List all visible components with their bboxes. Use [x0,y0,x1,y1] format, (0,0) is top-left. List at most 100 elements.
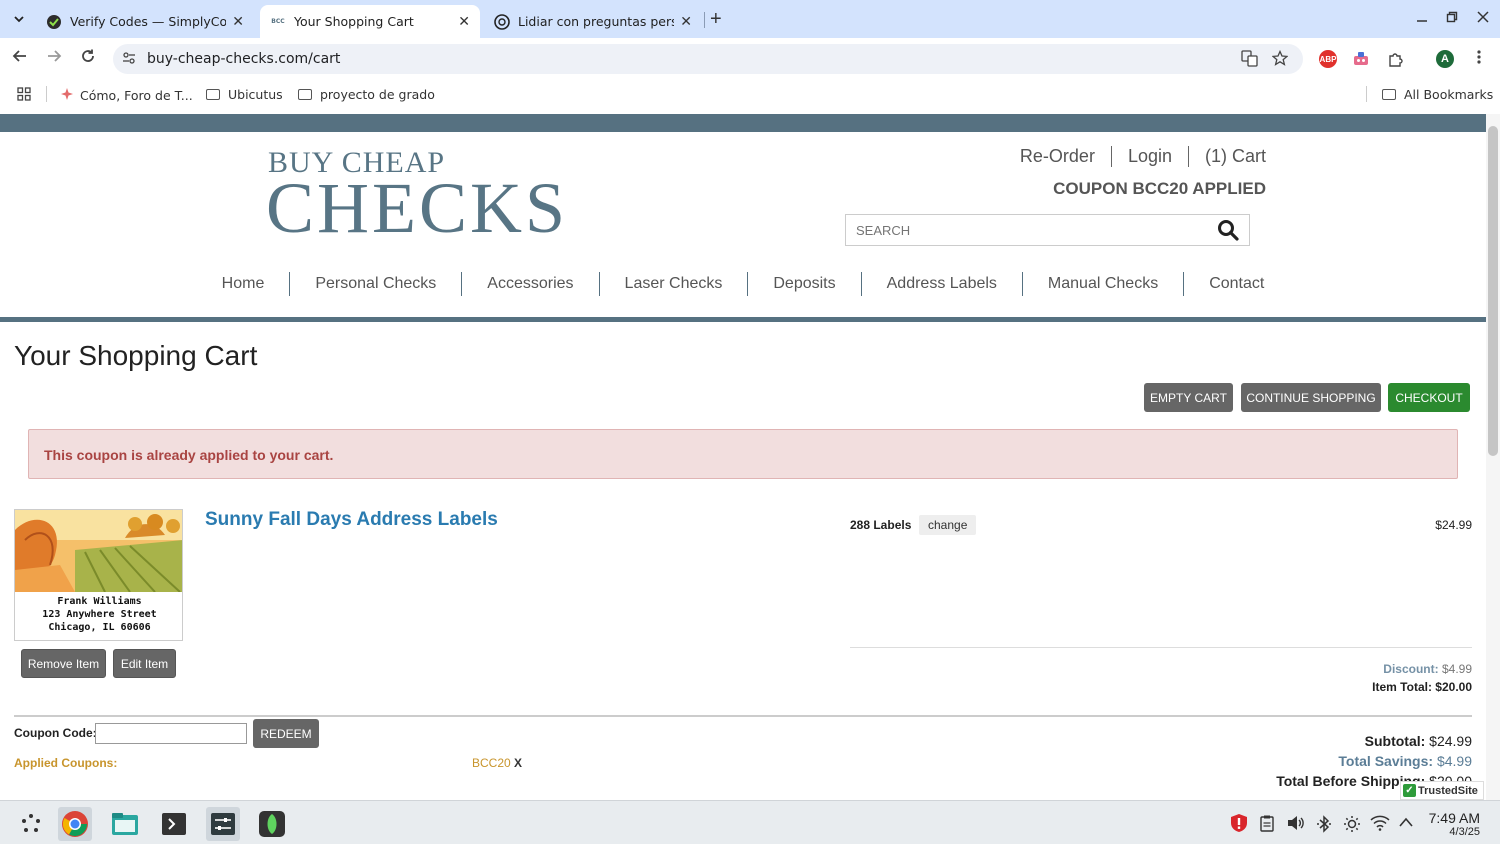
nav-address-labels[interactable]: Address Labels [860,272,1022,296]
bookmark-label: Cómo, Foro de T... [80,88,193,103]
item-quantity: 288 Labels [850,518,912,532]
minimize-icon[interactable] [1416,10,1428,26]
search-icon[interactable] [1217,219,1239,246]
chatgpt-icon [494,13,510,30]
tab-verify-codes[interactable]: Verify Codes — SimplyCodes ✕ [36,5,254,38]
tab-close-icon[interactable]: ✕ [232,14,244,30]
nav-contact[interactable]: Contact [1183,272,1289,296]
all-bookmarks[interactable]: All Bookmarks [1382,87,1493,102]
applied-coupons-label: Applied Coupons: [14,756,118,770]
tab-search-chevron-icon[interactable] [8,8,30,30]
close-window-icon[interactable] [1477,10,1489,26]
redeem-button[interactable]: REDEEM [253,719,319,748]
clipboard-icon[interactable] [1260,815,1274,836]
new-tab-icon[interactable]: + [710,9,722,29]
browser-toolbar: buy-cheap-checks.com/cart ABP A [0,38,1500,80]
url-text[interactable]: buy-cheap-checks.com/cart [147,51,340,67]
bookmark-label: Ubicutus [228,87,283,102]
coupon-alert: This coupon is already applied to your c… [28,429,1458,479]
main-nav: Home Personal Checks Accessories Laser C… [0,272,1486,296]
folder-icon [206,89,220,100]
page-scrollbar-thumb[interactable] [1488,126,1498,456]
tab-separator [704,12,705,28]
continue-shopping-button[interactable]: CONTINUE SHOPPING [1241,383,1381,412]
system-clock[interactable]: 7:49 AM 4/3/25 [1429,810,1480,839]
site-logo[interactable]: BUY CHEAP CHECKS [266,148,569,248]
cart-divider [14,715,1472,717]
simplycodes-icon [46,14,62,30]
empty-cart-button[interactable]: EMPTY CART [1144,383,1233,412]
remove-coupon-icon[interactable]: X [514,756,522,770]
page-viewport: BUY CHEAP CHECKS Re-Order Login (1) Cart… [0,114,1486,800]
subtotal: Subtotal: $24.99 [1364,733,1472,749]
nav-personal-checks[interactable]: Personal Checks [289,272,461,296]
wifi-icon[interactable] [1370,815,1390,835]
back-arrow-icon[interactable] [12,48,28,69]
tab-title: Your Shopping Cart [294,14,414,29]
nav-laser-checks[interactable]: Laser Checks [598,272,748,296]
reload-icon[interactable] [80,48,96,69]
terminal-icon[interactable] [157,807,191,841]
address-bar[interactable]: buy-cheap-checks.com/cart [113,44,1303,74]
tab-chatgpt[interactable]: Lidiar con preguntas personales ✕ [484,5,702,38]
extensions-puzzle-icon[interactable] [1386,50,1404,68]
coupon-applied-banner: COUPON BCC20 APPLIED [1053,179,1266,198]
tray-expand-chevron-icon[interactable] [1398,815,1414,832]
tab-close-icon[interactable]: ✕ [680,14,692,30]
applied-coupon-code: BCC20 [472,756,511,770]
edit-item-button[interactable]: Edit Item [113,649,176,678]
bookmark-star-icon[interactable] [1271,49,1289,70]
profile-avatar[interactable]: A [1436,50,1454,68]
apps-grid-icon[interactable] [17,87,31,101]
files-icon[interactable] [108,807,142,841]
nav-divider [0,317,1486,322]
all-bookmarks-label: All Bookmarks [1404,87,1494,102]
tab-title: Verify Codes — SimplyCodes [70,14,227,29]
remove-item-button[interactable]: Remove Item [21,649,106,678]
extension-robot-icon[interactable] [1352,50,1370,68]
nav-home[interactable]: Home [197,272,290,296]
restore-icon[interactable] [1446,10,1458,26]
launcher-icon[interactable] [14,807,48,841]
bookmark-separator [46,86,47,102]
bluetooth-icon[interactable] [1316,815,1332,837]
brightness-icon[interactable] [1343,815,1361,837]
logo-big-text: CHECKS [266,168,569,248]
chrome-menu-icon[interactable] [1474,49,1484,70]
clock-date: 4/3/25 [1449,826,1480,838]
os-taskbar: 7:49 AM 4/3/25 [0,800,1500,844]
trustedsite-badge[interactable]: ✓ TrustedSite [1400,781,1484,800]
search-input[interactable] [846,215,1206,245]
total-savings: Total Savings: $4.99 [1338,753,1472,769]
nav-accessories[interactable]: Accessories [461,272,598,296]
product-title-link[interactable]: Sunny Fall Days Address Labels [205,509,498,531]
settings-app-icon[interactable] [206,807,240,841]
checkout-button[interactable]: CHECKOUT [1388,383,1470,412]
tab-title: Lidiar con preguntas personales [518,14,674,29]
site-info-icon[interactable] [122,51,136,68]
green-app-icon[interactable] [255,807,289,841]
translate-icon[interactable] [1241,50,1258,71]
tab-shopping-cart[interactable]: BCC Your Shopping Cart ✕ [260,5,480,38]
item-discount: Discount: $4.99 [1383,662,1472,676]
bookmark-como-foro[interactable]: Cómo, Foro de T... [60,87,193,104]
header-links: Re-Order Login (1) Cart [1004,146,1266,167]
tab-close-icon[interactable]: ✕ [458,14,470,30]
reorder-link[interactable]: Re-Order [1004,146,1111,167]
adblock-plus-icon[interactable]: ABP [1319,50,1337,68]
coupon-code-input[interactable] [95,723,247,744]
bookmark-folder-ubicutus[interactable]: Ubicutus [206,87,283,102]
cart-link[interactable]: (1) Cart [1187,146,1266,167]
nav-deposits[interactable]: Deposits [747,272,860,296]
login-link[interactable]: Login [1110,146,1188,167]
bookmark-folder-proyecto[interactable]: proyecto de grado [298,87,435,102]
volume-icon[interactable] [1287,815,1305,835]
change-quantity-button[interactable]: change [919,515,977,535]
chrome-taskbar-icon[interactable] [58,807,92,841]
product-thumbnail[interactable]: Frank Williams 123 Anywhere Street Chica… [14,509,183,641]
forward-arrow-icon[interactable] [46,48,62,69]
shield-tray-icon[interactable] [1230,813,1248,837]
folder-icon [1382,89,1396,100]
nav-manual-checks[interactable]: Manual Checks [1021,272,1183,296]
item-price: $24.99 [1435,518,1472,532]
